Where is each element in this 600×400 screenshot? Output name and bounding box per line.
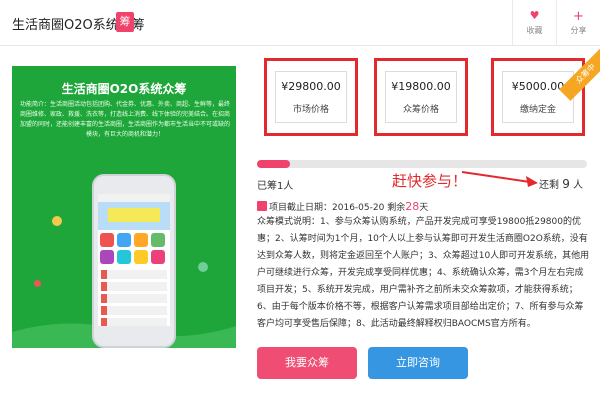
- decor-dot: [34, 280, 41, 287]
- screen-status-bar: [98, 194, 170, 202]
- favorite-label: 收藏: [526, 26, 543, 35]
- favorite-button[interactable]: ♥ 收藏: [512, 0, 556, 46]
- app-icon: [117, 250, 131, 264]
- app-icon: [151, 233, 165, 247]
- deposit-label: 缴纳定金: [519, 105, 556, 115]
- market-price-label: 市场价格: [292, 105, 329, 115]
- top-bar: 生活商圈O2O系统众筹 筹 ♥ 收藏 + 分享: [0, 0, 600, 46]
- app-icon: [100, 233, 114, 247]
- plus-icon: +: [573, 9, 584, 24]
- hurry-annotation: 赶快参与！: [392, 172, 468, 190]
- deadline-row: 项目截止日期：2016-05-20 剩余28天: [257, 200, 428, 213]
- app-icon: [100, 250, 114, 264]
- remaining-count: 还剩 9 人: [539, 177, 584, 191]
- crowdfunding-description: 众筹模式说明：1、参与众筹认购系统，产品开发完成可享受19800抵29800的优…: [257, 217, 590, 329]
- screen-list-row: [101, 294, 167, 303]
- crowdfunding-price-label: 众筹价格: [402, 105, 439, 115]
- market-price-amount: ¥29800.00: [281, 80, 341, 93]
- supported-count: 已筹1人: [257, 181, 294, 192]
- app-icon: [151, 250, 165, 264]
- market-price-box: ¥29800.00 市场价格: [264, 58, 358, 136]
- heart-icon: ♥: [529, 9, 540, 22]
- remaining-days: 28: [405, 200, 420, 213]
- decor-dot: [198, 262, 208, 272]
- screen-list-row: [101, 318, 167, 326]
- arrow-annotation: [461, 171, 538, 187]
- app-icon: [134, 233, 148, 247]
- screen-list: [98, 270, 170, 326]
- calendar-icon: [257, 201, 267, 211]
- progress-bar-fill: [257, 160, 290, 168]
- screen-list-row: [101, 270, 167, 279]
- app-icon: [117, 233, 131, 247]
- crowdfunding-badge: 筹: [116, 12, 134, 32]
- support-button[interactable]: 我要众筹: [257, 347, 357, 379]
- banner-description: 功能简介：生活商圈活动包括团购、代金券、优惠、外卖、商超、生鲜等，最终商圈维修、…: [20, 101, 231, 138]
- banner-title: 生活商圈O2O系统众筹: [61, 82, 187, 96]
- share-label: 分享: [570, 26, 587, 35]
- share-button[interactable]: + 分享: [556, 0, 600, 46]
- screen-icon-grid: [98, 230, 170, 267]
- crowdfunding-price-box: ¥19800.00 众筹价格: [374, 58, 468, 136]
- phone-screen: [98, 194, 170, 326]
- screen-list-row: [101, 306, 167, 315]
- phone-mockup: [92, 174, 176, 348]
- product-banner-image: 生活商圈O2O系统众筹 功能简介：生活商圈活动包括团购、代金券、优惠、外卖、商超…: [12, 66, 236, 348]
- screen-hero: [98, 202, 170, 230]
- decor-dot: [52, 216, 62, 226]
- app-icon: [134, 250, 148, 264]
- consult-button[interactable]: 立即咨询: [368, 347, 468, 379]
- screen-list-row: [101, 282, 167, 291]
- crowdfunding-price-amount: ¥19800.00: [391, 80, 451, 93]
